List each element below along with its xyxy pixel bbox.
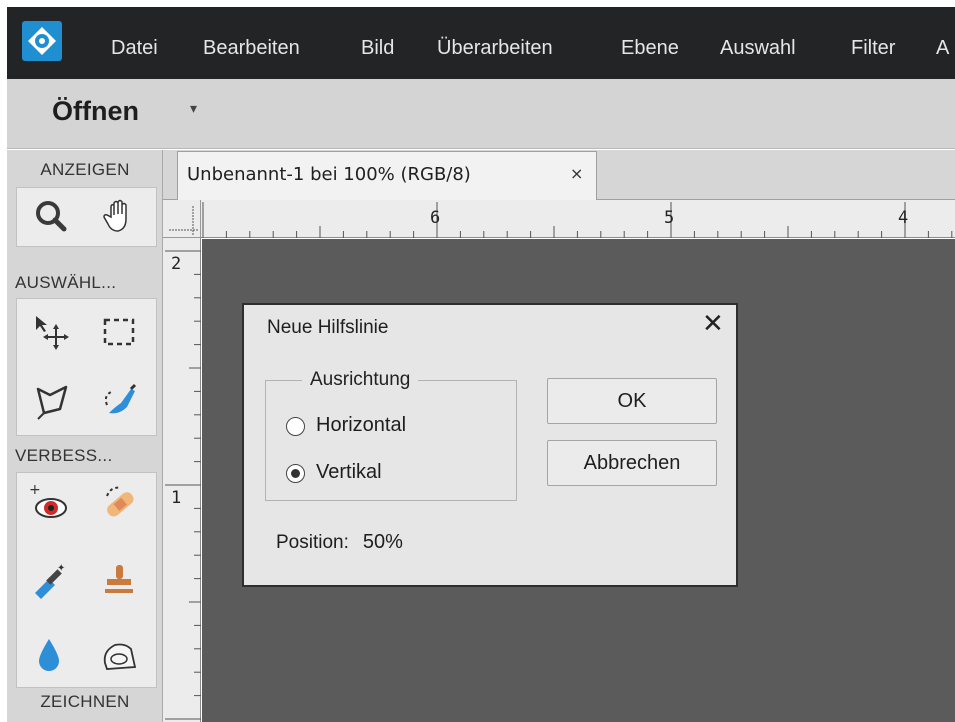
open-button[interactable]: Öffnen [52, 96, 139, 127]
hand-icon[interactable] [97, 195, 141, 239]
radio-horizontal-button[interactable] [286, 417, 305, 436]
vertical-ruler[interactable]: 2 1 [163, 238, 201, 722]
ruler-label-4: 4 [898, 208, 909, 228]
document-tab[interactable]: Unbenannt-1 bei 100% (RGB/8) × [177, 151, 597, 200]
section-label-view: ANZEIGEN [40, 160, 130, 179]
menu-auswahl[interactable]: Auswahl [720, 36, 796, 60]
menu-bild[interactable]: Bild [361, 36, 394, 60]
menu-bearbeiten[interactable]: Bearbeiten [203, 36, 300, 60]
svg-text:✦: ✦ [57, 563, 65, 574]
rectangular-marquee-icon[interactable] [97, 310, 141, 354]
smart-brush-icon[interactable]: ✦ [27, 559, 71, 603]
menu-ueberarbeiten[interactable]: Überarbeiten [437, 36, 553, 60]
position-label: Position: [276, 532, 349, 553]
menu-ebene[interactable]: Ebene [621, 36, 679, 60]
cancel-button[interactable]: Abbrechen [547, 440, 717, 486]
zoom-icon[interactable] [30, 195, 74, 239]
menu-more[interactable]: A [936, 36, 949, 60]
lasso-icon[interactable] [30, 379, 74, 423]
tool-group-select [16, 298, 157, 436]
orientation-group: Ausrichtung Horizontal Vertikal [265, 369, 517, 501]
menu-bar: Datei Bearbeiten Bild Überarbeiten Ebene… [7, 7, 955, 79]
close-tab-icon[interactable]: × [570, 164, 583, 183]
orientation-legend: Ausrichtung [302, 369, 419, 391]
open-bar: Öffnen ▾ [7, 79, 955, 149]
ruler-label-6: 6 [430, 208, 441, 228]
quick-selection-icon[interactable] [97, 379, 141, 423]
position-value[interactable]: 50% [363, 531, 403, 553]
blur-icon[interactable] [27, 633, 71, 677]
close-icon[interactable]: ✕ [702, 309, 724, 339]
chevron-down-icon[interactable]: ▾ [190, 101, 197, 117]
horizontal-ruler[interactable]: 6 5 4 [201, 200, 955, 238]
ok-button[interactable]: OK [547, 378, 717, 424]
new-guide-dialog: Neue Hilfslinie ✕ Ausrichtung Horizontal… [242, 303, 738, 587]
tool-panel: ANZEIGEN AUSWÄHL... VERBESS... + ✦ ZEICH… [7, 150, 163, 722]
document-tab-strip: Unbenannt-1 bei 100% (RGB/8) × [163, 150, 955, 200]
dialog-title: Neue Hilfslinie [267, 317, 389, 338]
menu-filter[interactable]: Filter [851, 36, 895, 60]
svg-text:+: + [29, 482, 41, 498]
tool-group-enhance: + ✦ [16, 472, 157, 688]
document-tab-label: Unbenannt-1 bei 100% (RGB/8) [187, 164, 471, 185]
section-label-select: AUSWÄHL... [15, 273, 117, 292]
spot-healing-icon[interactable] [97, 482, 141, 526]
smudge-icon[interactable] [97, 633, 141, 677]
ruler-label-2: 2 [171, 254, 182, 274]
radio-vertical-label[interactable]: Vertikal [316, 461, 382, 484]
position-row: Position: 50% [276, 531, 403, 554]
move-icon[interactable] [30, 310, 74, 354]
radio-vertical-button[interactable] [286, 464, 305, 483]
ruler-corner[interactable] [163, 200, 201, 238]
app-logo-icon[interactable] [22, 21, 62, 61]
red-eye-icon[interactable]: + [27, 482, 71, 526]
section-label-enhance: VERBESS... [15, 446, 113, 465]
clone-stamp-icon[interactable] [97, 559, 141, 603]
ruler-label-1: 1 [171, 488, 182, 508]
tool-group-view [16, 187, 157, 247]
menu-datei[interactable]: Datei [111, 36, 158, 60]
radio-horizontal-label[interactable]: Horizontal [316, 414, 406, 437]
section-label-draw: ZEICHNEN [40, 692, 130, 711]
ruler-label-5: 5 [664, 208, 675, 228]
